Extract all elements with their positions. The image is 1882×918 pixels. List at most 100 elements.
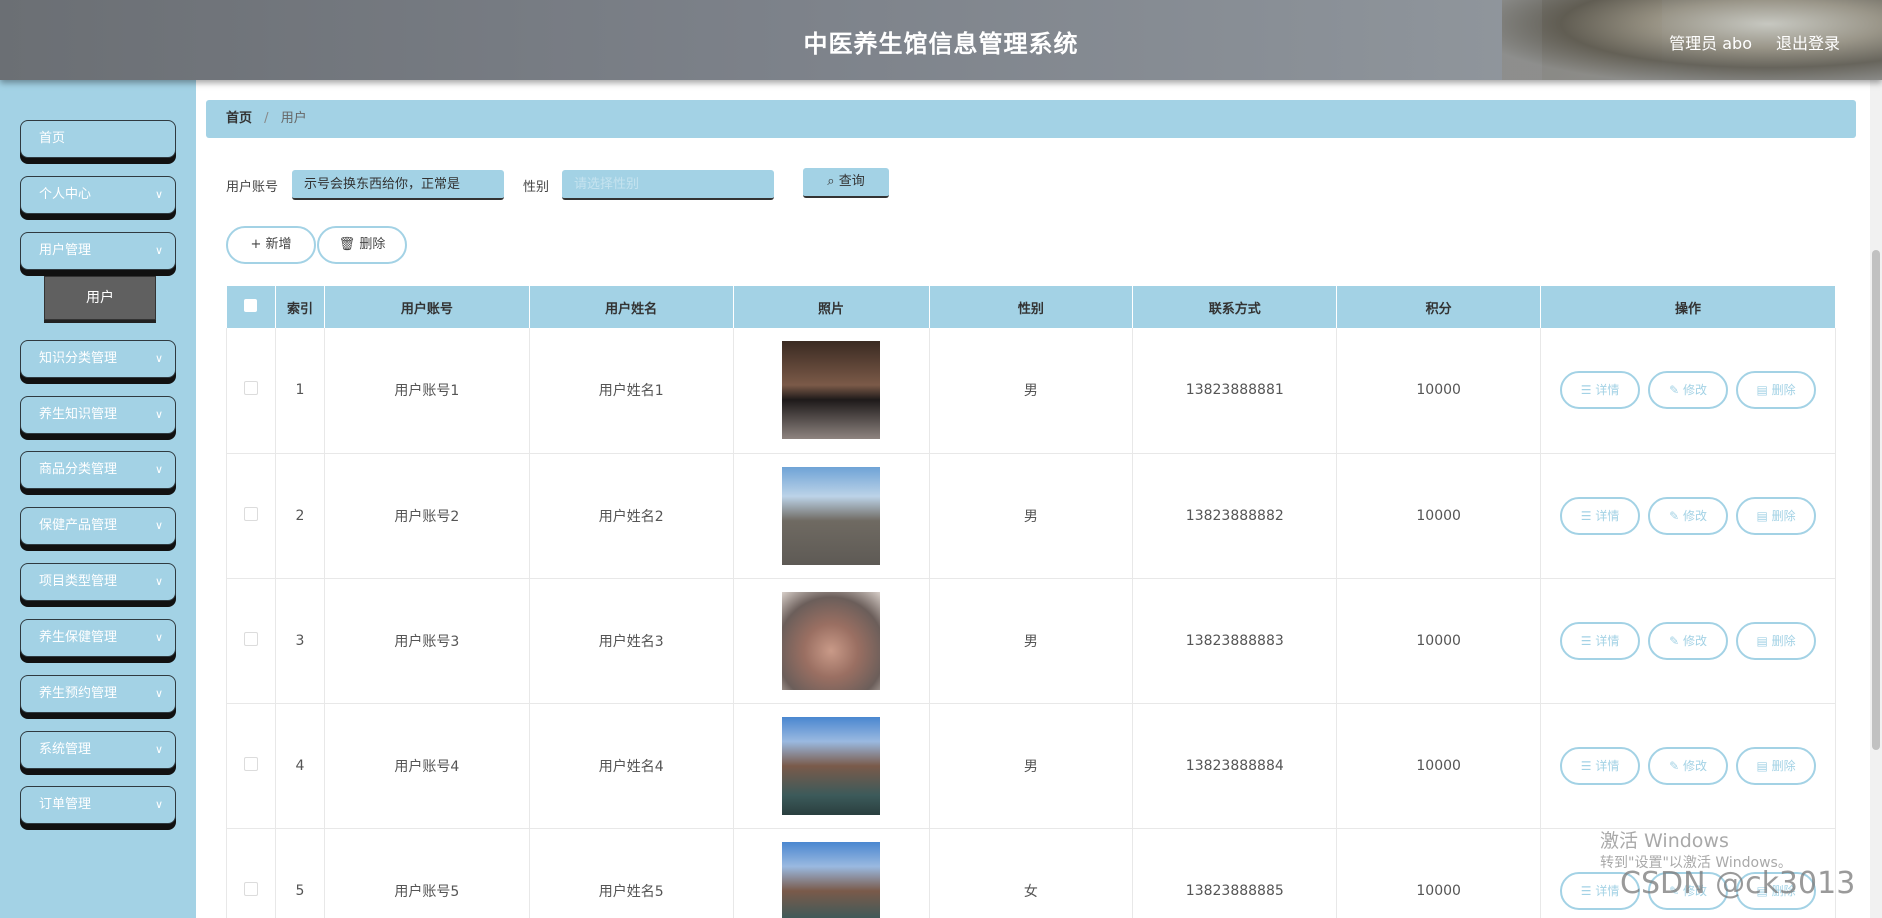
column-header: 操作 [1540, 286, 1836, 328]
submenu-item-user[interactable]: 用户 [44, 276, 156, 320]
logout-link[interactable]: 退出登录 [1776, 30, 1840, 54]
edit-button[interactable]: ✎ 修改 [1648, 371, 1729, 410]
edit-button[interactable]: ✎ 修改 [1648, 496, 1729, 535]
breadcrumb: 首页 / 用户 [206, 100, 1856, 138]
row-select-cell[interactable] [226, 328, 276, 454]
sidebar-item-label: 用户管理 [39, 243, 92, 258]
chevron-down-icon: ∨ [154, 743, 163, 756]
row-select-cell[interactable] [226, 828, 276, 918]
chevron-down-icon: ∨ [154, 519, 163, 532]
edit-label: 修改 [1682, 633, 1707, 648]
trash-icon: ▤ [1756, 383, 1768, 398]
sidebar-item-label: 养生预约管理 [39, 686, 118, 701]
index-cell: 2 [275, 453, 325, 579]
breadcrumb-home[interactable]: 首页 [226, 111, 252, 126]
sidebar-item[interactable]: 个人中心 ∨ [20, 176, 176, 214]
select-all-checkbox[interactable] [244, 298, 258, 312]
delete-button[interactable]: ▤ 删除 [1736, 746, 1817, 785]
sidebar-item[interactable]: 知识分类管理 ∨ [20, 340, 176, 378]
sidebar: 首页 个人中心 ∨ 用户管理 ∨ 知识分类管理 ∨ 养生知识管理 ∨ 商品分类管理 ∨ 保健产品管理 ∨… [0, 80, 196, 918]
gender-cell: 男 [929, 328, 1134, 454]
sidebar-item[interactable]: 养生知识管理 ∨ [20, 396, 176, 434]
row-checkbox[interactable] [243, 881, 258, 896]
add-button[interactable]: + 新增 [226, 226, 316, 264]
trash-icon: 🗑︎ [338, 237, 356, 252]
detail-label: 详情 [1595, 383, 1620, 398]
row-select-cell[interactable] [226, 578, 276, 704]
row-checkbox[interactable] [243, 756, 258, 771]
query-button-label: 查询 [838, 174, 865, 189]
edit-label: 修改 [1682, 508, 1707, 523]
sidebar-item[interactable]: 商品分类管理 ∨ [20, 451, 176, 489]
points-cell: 10000 [1336, 328, 1542, 454]
query-button[interactable]: ⌕ 查询 [803, 168, 889, 198]
row-checkbox[interactable] [243, 506, 258, 521]
sidebar-item[interactable]: 用户管理 ∨ [20, 232, 176, 270]
points-cell: 10000 [1336, 453, 1542, 579]
detail-button[interactable]: ☰ 详情 [1560, 746, 1641, 785]
current-user: 管理员 abo [1669, 34, 1752, 53]
name-cell: 用户姓名2 [529, 453, 734, 579]
row-select-cell[interactable] [226, 453, 276, 579]
sidebar-item[interactable]: 系统管理 ∨ [20, 731, 176, 769]
delete-label: 删除 [1771, 383, 1796, 398]
column-header: 用户姓名 [529, 286, 734, 328]
delete-button[interactable]: ▤ 删除 [1736, 371, 1817, 410]
account-cell: 用户账号4 [324, 703, 530, 829]
detail-label: 详情 [1595, 758, 1620, 773]
edit-button[interactable]: ✎ 修改 [1648, 621, 1729, 660]
account-input[interactable]: 示号会换东西给你，正常是 [292, 170, 504, 200]
batch-delete-button[interactable]: 🗑︎ 删除 [317, 226, 407, 264]
gender-select[interactable]: 请选择性别 [562, 170, 774, 200]
chevron-down-icon: ∨ [154, 631, 163, 644]
document-icon: ☰ [1580, 758, 1592, 773]
document-icon: ☰ [1580, 508, 1592, 523]
chevron-down-icon: ∨ [154, 687, 163, 700]
name-cell: 用户姓名5 [529, 828, 734, 918]
select-all-header[interactable] [226, 286, 276, 328]
sidebar-item-label: 养生保健管理 [39, 630, 118, 645]
pencil-icon: ✎ [1669, 508, 1680, 523]
edit-button[interactable]: ✎ 修改 [1648, 746, 1729, 785]
sidebar-item[interactable]: 养生预约管理 ∨ [20, 675, 176, 713]
sidebar-item-label: 订单管理 [39, 797, 92, 812]
app-title: 中医养生馆信息管理系统 [803, 30, 1079, 58]
account-cell: 用户账号5 [324, 828, 530, 918]
table-header-row: 索引 用户账号 用户姓名 照片 性别 联系方式 积分 操作 [226, 286, 1836, 328]
scroll-thumb[interactable] [1872, 250, 1880, 750]
row-checkbox[interactable] [243, 381, 258, 396]
delete-button[interactable]: ▤ 删除 [1736, 496, 1817, 535]
sidebar-item[interactable]: 养生保健管理 ∨ [20, 619, 176, 657]
row-select-cell[interactable] [226, 703, 276, 829]
user-photo [782, 341, 881, 440]
sidebar-item-label: 保健产品管理 [39, 518, 118, 533]
phone-cell: 13823888884 [1132, 703, 1338, 829]
account-cell: 用户账号3 [324, 578, 530, 704]
trash-icon: ▤ [1756, 633, 1768, 648]
sidebar-item[interactable]: 订单管理 ∨ [20, 786, 176, 824]
delete-button[interactable]: ▤ 删除 [1736, 621, 1817, 660]
detail-label: 详情 [1595, 508, 1620, 523]
detail-button[interactable]: ☰ 详情 [1560, 496, 1641, 535]
delete-label: 删除 [1771, 633, 1796, 648]
page-scrollbar[interactable] [1870, 80, 1882, 918]
trash-icon: ▤ [1756, 508, 1768, 523]
chevron-down-icon: ∨ [154, 575, 163, 588]
document-icon: ☰ [1580, 633, 1592, 648]
index-cell: 5 [275, 828, 325, 918]
trash-icon: ▤ [1756, 758, 1768, 773]
user-photo [782, 466, 881, 565]
sidebar-item[interactable]: 首页 [20, 120, 176, 158]
chevron-down-icon: ∨ [154, 408, 163, 421]
column-header: 联系方式 [1132, 286, 1338, 328]
sidebar-item[interactable]: 项目类型管理 ∨ [20, 563, 176, 601]
pencil-icon: ✎ [1669, 758, 1680, 773]
user-photo [782, 716, 881, 815]
table-row: 3 用户账号3 用户姓名3 男 13823888883 10000 ☰ 详情 ✎ 修改 ▤ 删除 [226, 578, 1836, 704]
detail-button[interactable]: ☰ 详情 [1560, 621, 1641, 660]
row-checkbox[interactable] [243, 631, 258, 646]
detail-button[interactable]: ☰ 详情 [1560, 371, 1641, 410]
photo-cell [733, 703, 930, 829]
sidebar-item[interactable]: 保健产品管理 ∨ [20, 507, 176, 545]
gender-cell: 女 [929, 828, 1134, 918]
